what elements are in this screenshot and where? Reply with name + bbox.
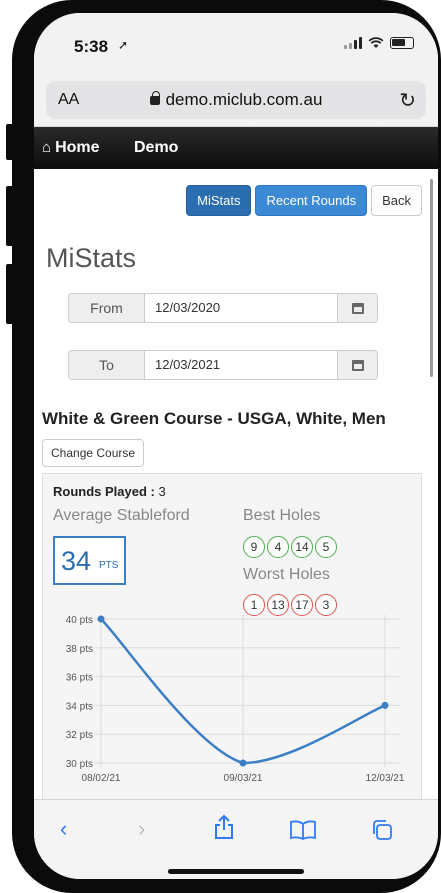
best-hole-badge: 4: [267, 536, 289, 558]
data-point: [381, 701, 389, 709]
best-hole-badge: 5: [315, 536, 337, 558]
data-point: [239, 759, 247, 767]
signal-icon: [344, 37, 362, 49]
phone-screen: 5:38 ➚ AA demo.miclub.com.au ↻ ⌂ Home De…: [34, 13, 438, 879]
y-tick-label: 34 pts: [66, 701, 93, 712]
change-course-button[interactable]: Change Course: [42, 439, 145, 467]
y-tick-label: 38 pts: [66, 644, 93, 655]
action-buttons: MiStats Recent Rounds Back: [186, 185, 422, 216]
mute-switch: [6, 124, 14, 160]
share-icon[interactable]: [214, 814, 234, 840]
x-tick-label: 09/03/21: [224, 773, 263, 784]
forward-icon[interactable]: ›: [138, 816, 145, 842]
x-tick-label: 12/03/21: [366, 773, 405, 784]
best-holes-list: 9 4 14 5: [243, 536, 337, 558]
nav-demo-link[interactable]: Demo: [134, 139, 178, 157]
reload-icon[interactable]: ↻: [399, 88, 416, 113]
url-bar[interactable]: AA demo.miclub.com.au ↻: [46, 81, 426, 119]
to-label: To: [69, 351, 145, 379]
wifi-icon: [368, 37, 384, 48]
calendar-icon: [351, 302, 364, 314]
average-stableford-value: 34: [61, 546, 92, 576]
to-date-group: To 12/03/2021: [68, 350, 378, 380]
scroll-indicator: [430, 179, 433, 377]
rounds-played-label: Rounds Played :: [53, 484, 155, 499]
url-text[interactable]: demo.miclub.com.au: [166, 90, 323, 109]
to-calendar-button[interactable]: [337, 351, 377, 379]
bookmarks-icon[interactable]: [290, 820, 316, 840]
rounds-played-value: 3: [158, 484, 166, 499]
page-title: MiStats: [46, 243, 137, 273]
calendar-icon: [351, 359, 364, 371]
battery-icon: [390, 37, 414, 49]
rounds-played: Rounds Played : 3: [53, 484, 166, 499]
best-hole-badge: 14: [291, 536, 313, 558]
url-display: demo.miclub.com.au: [46, 90, 426, 110]
back-button[interactable]: Back: [371, 185, 422, 216]
volume-down-button: [6, 264, 14, 324]
back-icon[interactable]: ‹: [60, 816, 67, 842]
tabs-icon[interactable]: [371, 819, 393, 841]
data-point: [97, 615, 105, 623]
home-indicator: [168, 869, 304, 874]
average-stableford-badge: 34 PTS: [53, 536, 126, 585]
y-tick-label: 36 pts: [66, 673, 93, 684]
from-calendar-button[interactable]: [337, 294, 377, 322]
stats-panel: Rounds Played : 3 Average Stableford 34 …: [42, 473, 422, 799]
average-stableford-label: Average Stableford: [53, 507, 190, 524]
recent-rounds-button[interactable]: Recent Rounds: [255, 185, 368, 216]
home-icon: ⌂: [42, 139, 52, 156]
safari-toolbar: ‹ ›: [34, 799, 438, 879]
y-tick-label: 40 pts: [66, 615, 93, 626]
page-content[interactable]: MiStats Recent Rounds Back MiStats From …: [34, 169, 430, 799]
course-title: White & Green Course - USGA, White, Men: [42, 409, 386, 428]
x-tick-label: 08/02/21: [82, 773, 121, 784]
lock-icon: [149, 91, 160, 105]
stableford-line-chart: 30 pts 32 pts 34 pts 36 pts 38 pts 40 pts 08/0…: [66, 615, 405, 784]
from-date-group: From 12/03/2020: [68, 293, 378, 323]
nav-home-label: Home: [55, 139, 100, 156]
y-tick-label: 30 pts: [66, 759, 93, 770]
mistats-button[interactable]: MiStats: [186, 185, 252, 216]
nav-home-link[interactable]: ⌂ Home: [42, 139, 100, 157]
status-time: 5:38: [74, 37, 109, 56]
browser-address-area: AA demo.miclub.com.au ↻: [34, 71, 438, 127]
from-date-input[interactable]: 12/03/2020: [145, 294, 337, 322]
average-stableford-unit: PTS: [99, 560, 119, 571]
volume-up-button: [6, 186, 14, 246]
from-label: From: [69, 294, 145, 322]
to-date-input[interactable]: 12/03/2021: [145, 351, 337, 379]
location-arrow-icon: ➚: [118, 38, 129, 52]
y-tick-label: 32 pts: [66, 730, 93, 741]
worst-holes-label: Worst Holes: [243, 566, 330, 583]
status-bar: 5:38 ➚: [34, 13, 438, 71]
best-hole-badge: 9: [243, 536, 265, 558]
site-navbar: ⌂ Home Demo: [34, 127, 438, 169]
status-icons: [344, 37, 414, 49]
best-holes-label: Best Holes: [243, 507, 321, 524]
